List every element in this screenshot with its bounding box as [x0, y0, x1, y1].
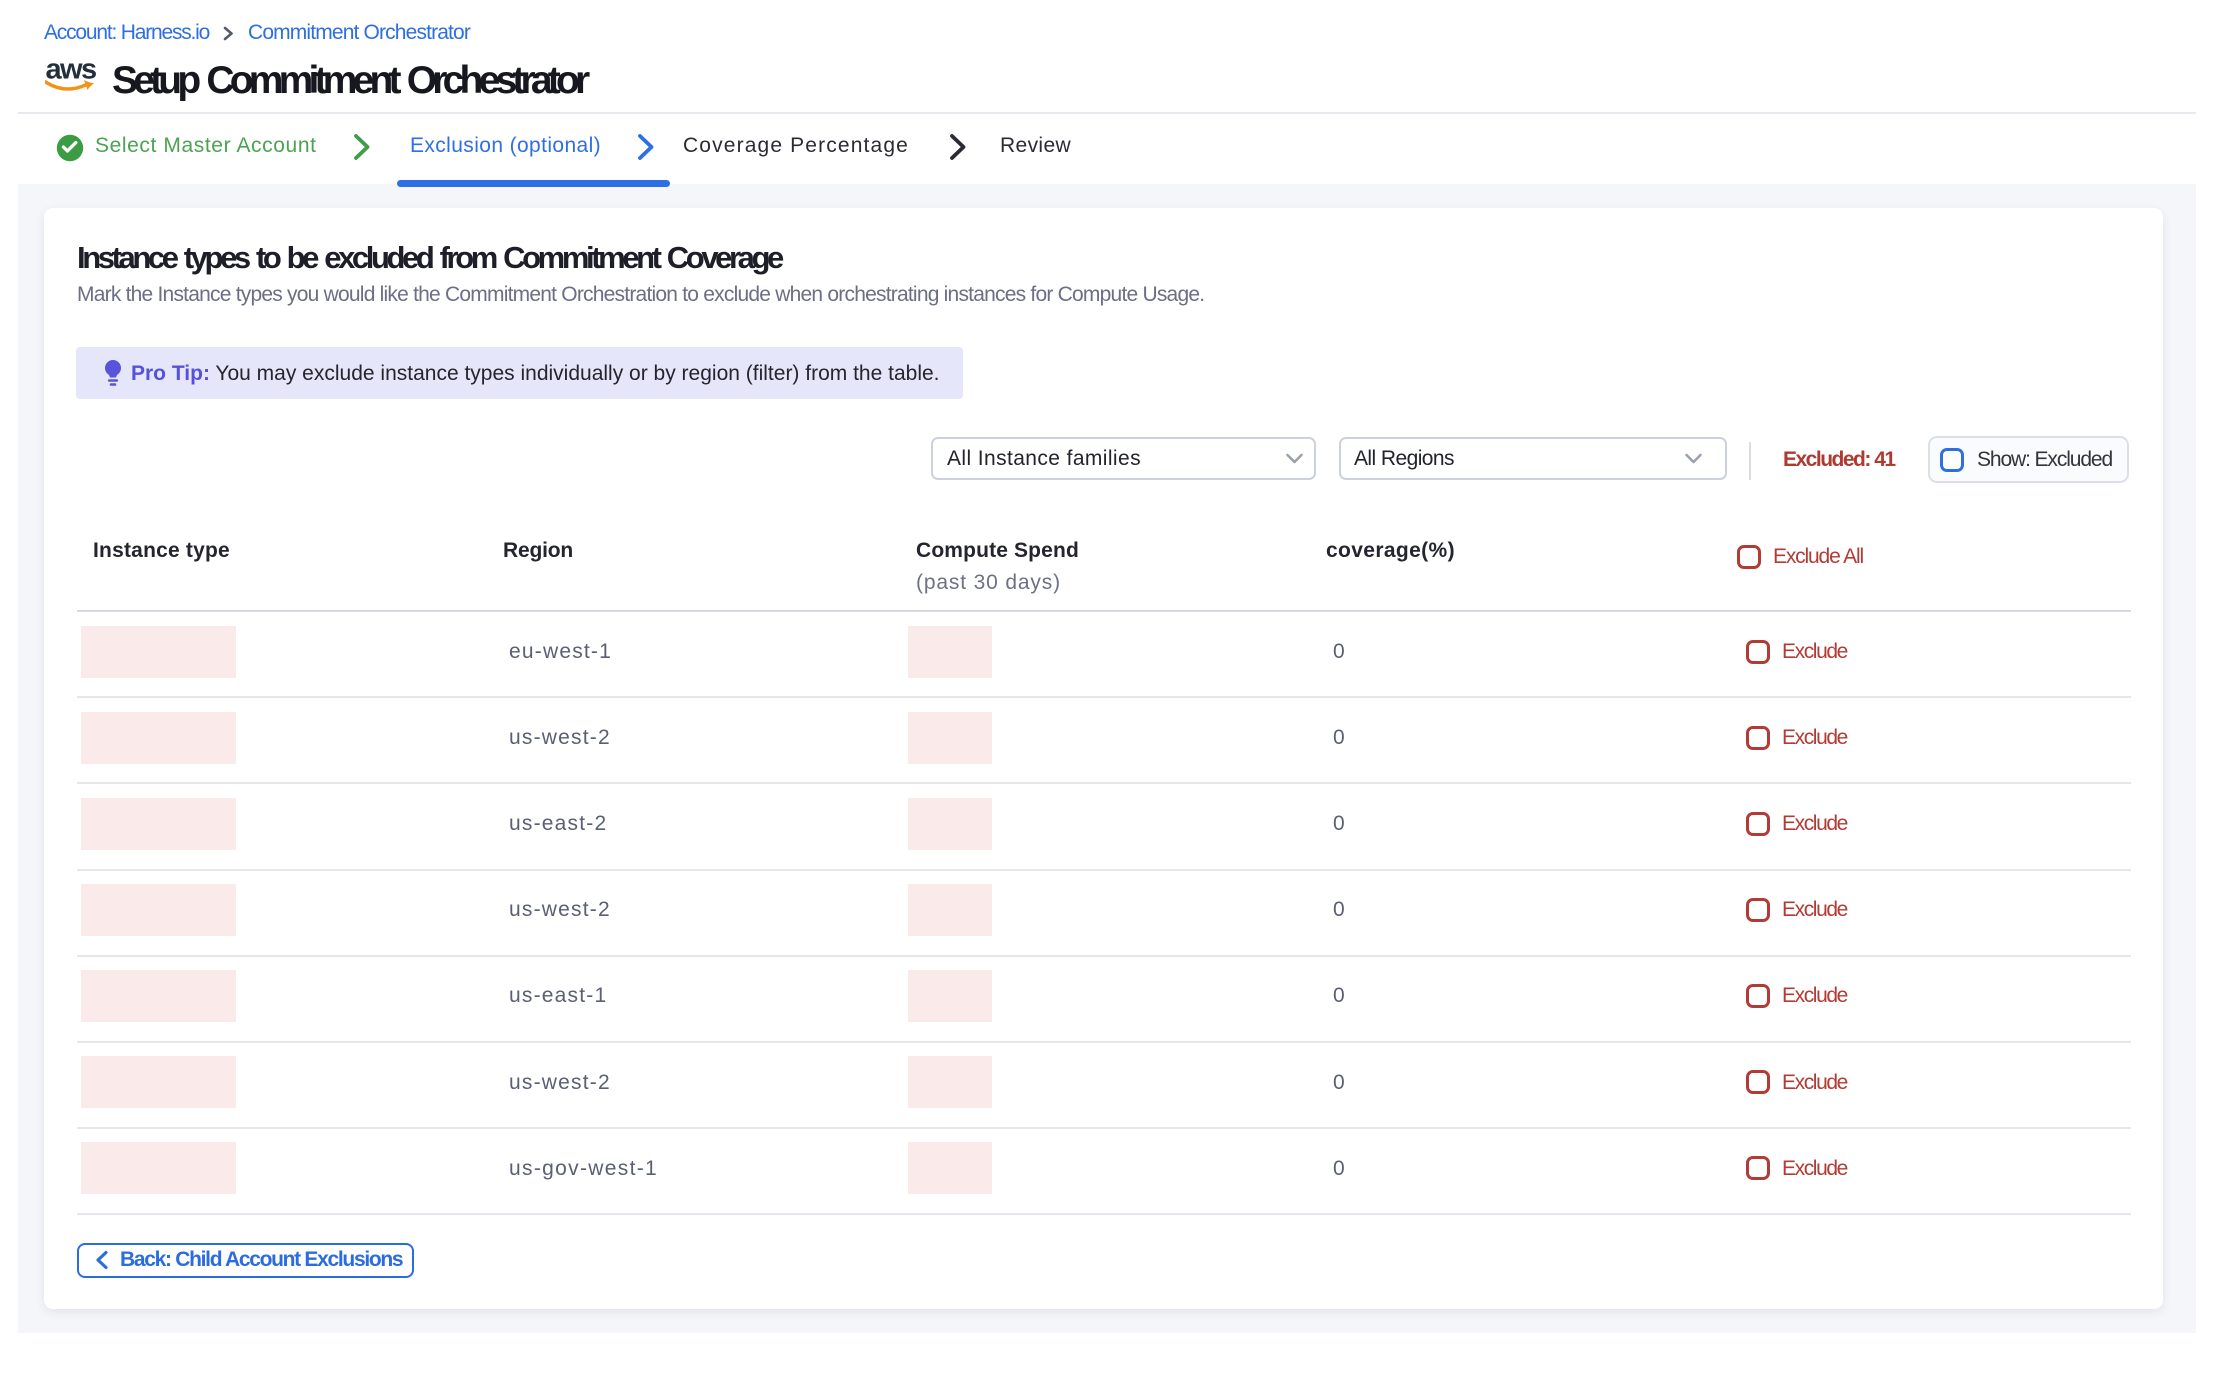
svg-text:aws: aws	[46, 57, 96, 86]
